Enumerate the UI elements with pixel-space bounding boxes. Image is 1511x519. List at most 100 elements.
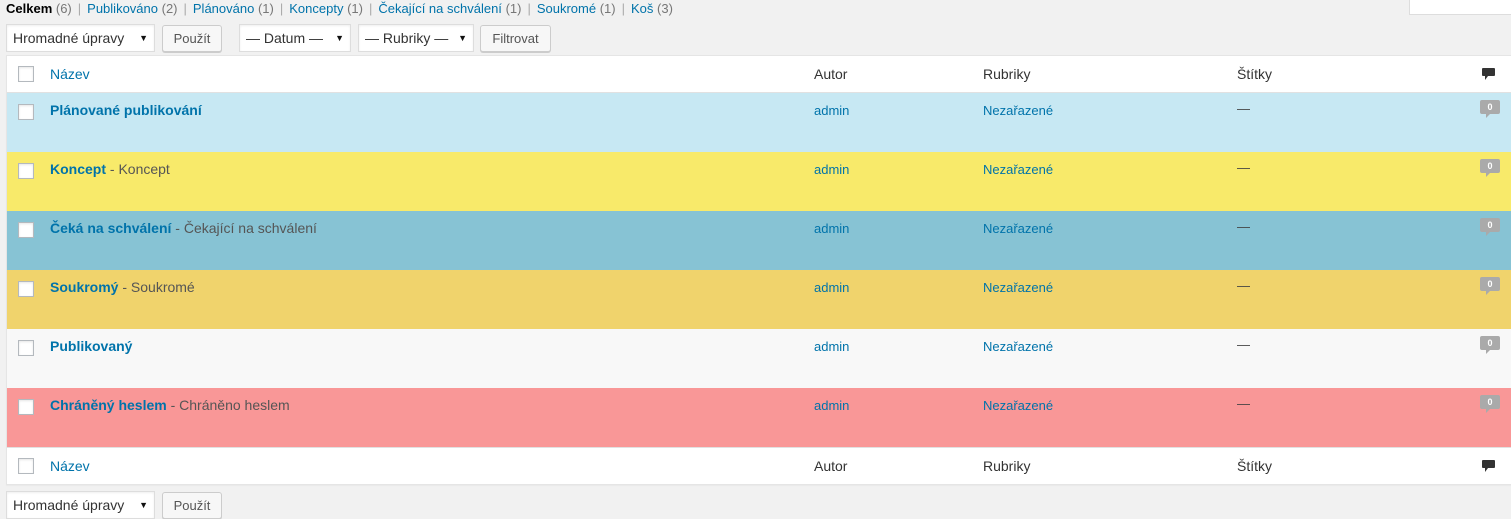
separator: | <box>621 1 625 16</box>
row-checkbox[interactable] <box>18 163 34 179</box>
search-input[interactable] <box>1409 0 1511 15</box>
author-link[interactable]: admin <box>814 339 849 354</box>
post-title-cell: Soukromý - Soukromé <box>50 279 195 295</box>
post-title-link[interactable]: Koncept <box>50 161 106 177</box>
status-link-scheduled[interactable]: Plánováno (1) <box>193 1 274 16</box>
row-checkbox[interactable] <box>18 222 34 238</box>
status-link-pending[interactable]: Čekající na schválení (1) <box>378 1 521 16</box>
separator: | <box>527 1 531 16</box>
comment-count-bubble[interactable]: 0 <box>1480 100 1500 120</box>
comment-count: 0 <box>1487 220 1493 230</box>
status-link-published[interactable]: Publikováno (2) <box>87 1 177 16</box>
table-row: Publikovaný admin Nezařazené — 0 <box>7 329 1511 388</box>
select-all-checkbox[interactable] <box>18 458 34 474</box>
select-value: — Datum — <box>246 30 324 46</box>
table-footer: Název Autor Rubriky Štítky <box>7 447 1511 484</box>
author-link[interactable]: admin <box>814 398 849 413</box>
post-title-cell: Publikovaný <box>50 338 132 354</box>
filter-button[interactable]: Filtrovat <box>480 25 551 52</box>
table-header: Název Autor Rubriky Štítky <box>7 56 1511 93</box>
post-title-cell: Koncept - Koncept <box>50 161 170 177</box>
post-state: - Koncept <box>106 161 170 177</box>
post-state: - Chráněno heslem <box>166 397 290 413</box>
tags-cell: — <box>1237 219 1250 234</box>
status-filter-links: Celkem (6) | Publikováno (2) | Plánováno (1)… <box>6 0 673 18</box>
status-link-count: (6) <box>55 1 72 16</box>
author-link[interactable]: admin <box>814 221 849 236</box>
status-link-count: (1) <box>347 1 363 16</box>
post-state: - Soukromé <box>118 279 195 295</box>
separator: | <box>183 1 187 16</box>
category-filter-select[interactable]: — Rubriky — ▼ <box>358 24 474 52</box>
table-row: Plánované publikování admin Nezařazené —… <box>7 93 1511 152</box>
chevron-down-icon: ▼ <box>458 33 467 43</box>
category-link[interactable]: Nezařazené <box>983 162 1053 177</box>
apply-button[interactable]: Použít <box>162 492 222 519</box>
table-row: Čeká na schválení - Čekající na schválen… <box>7 211 1511 270</box>
chevron-down-icon: ▼ <box>139 500 148 510</box>
author-link[interactable]: admin <box>814 103 849 118</box>
status-link-label: Soukromé <box>536 1 597 16</box>
column-title-header[interactable]: Název <box>50 66 90 82</box>
select-value: — Rubriky — <box>365 30 449 46</box>
status-link-count: (1) <box>257 1 274 16</box>
post-title-cell: Plánované publikování <box>50 102 202 118</box>
post-title-cell: Chráněný heslem - Chráněno heslem <box>50 397 290 413</box>
comment-count-bubble[interactable]: 0 <box>1480 395 1500 415</box>
category-link[interactable]: Nezařazené <box>983 103 1053 118</box>
post-title-link[interactable]: Čeká na schválení <box>50 220 171 236</box>
separator: | <box>77 1 82 16</box>
comment-icon[interactable] <box>1482 460 1495 472</box>
tags-cell: — <box>1237 396 1250 411</box>
category-link[interactable]: Nezařazené <box>983 339 1053 354</box>
row-checkbox[interactable] <box>18 399 34 415</box>
status-link-private[interactable]: Soukromé (1) <box>537 1 616 16</box>
status-link-count: (1) <box>599 1 616 16</box>
comment-count: 0 <box>1487 338 1493 348</box>
status-link-all[interactable]: Celkem (6) <box>6 1 72 16</box>
apply-button[interactable]: Použít <box>162 25 222 52</box>
comment-count-bubble[interactable]: 0 <box>1480 159 1500 179</box>
row-checkbox[interactable] <box>18 104 34 120</box>
post-title-link[interactable]: Plánované publikování <box>50 102 202 118</box>
bulk-actions-select[interactable]: Hromadné úpravy ▼ <box>6 491 155 519</box>
comment-count: 0 <box>1487 397 1493 407</box>
table-row: Koncept - Koncept admin Nezařazené — 0 <box>7 152 1511 211</box>
date-filter-select[interactable]: — Datum — ▼ <box>239 24 351 52</box>
comment-count-bubble[interactable]: 0 <box>1480 277 1500 297</box>
category-link[interactable]: Nezařazené <box>983 221 1053 236</box>
category-link[interactable]: Nezařazené <box>983 398 1053 413</box>
status-link-label: Čekající na schválení <box>378 1 502 16</box>
author-link[interactable]: admin <box>814 162 849 177</box>
status-link-label: Celkem <box>6 1 53 16</box>
chevron-down-icon: ▼ <box>139 33 148 43</box>
status-link-count: (3) <box>657 1 673 16</box>
status-link-trash[interactable]: Koš (3) <box>631 1 673 16</box>
column-categories-header: Rubriky <box>983 458 1031 474</box>
tags-cell: — <box>1237 160 1250 175</box>
post-title-link[interactable]: Soukromý <box>50 279 118 295</box>
table-row: Soukromý - Soukromé admin Nezařazené — 0 <box>7 270 1511 329</box>
comment-icon[interactable] <box>1482 68 1495 80</box>
chevron-down-icon: ▼ <box>335 33 344 43</box>
status-link-drafts[interactable]: Koncepty (1) <box>289 1 363 16</box>
category-link[interactable]: Nezařazené <box>983 280 1053 295</box>
comment-count: 0 <box>1487 279 1493 289</box>
post-state: - Čekající na schválení <box>171 220 317 236</box>
post-title-cell: Čeká na schválení - Čekající na schválen… <box>50 220 317 236</box>
row-checkbox[interactable] <box>18 281 34 297</box>
status-link-label: Koncepty <box>289 1 344 16</box>
separator: | <box>279 1 284 16</box>
select-all-checkbox[interactable] <box>18 66 34 82</box>
comment-count-bubble[interactable]: 0 <box>1480 218 1500 238</box>
post-title-link[interactable]: Chráněný heslem <box>50 397 167 413</box>
status-link-label: Publikováno <box>87 1 158 16</box>
author-link[interactable]: admin <box>814 280 849 295</box>
row-checkbox[interactable] <box>18 340 34 356</box>
tags-cell: — <box>1237 101 1250 116</box>
bulk-actions-select[interactable]: Hromadné úpravy ▼ <box>6 24 155 52</box>
column-title-header[interactable]: Název <box>50 458 90 474</box>
comment-count: 0 <box>1487 161 1493 171</box>
post-title-link[interactable]: Publikovaný <box>50 338 132 354</box>
comment-count-bubble[interactable]: 0 <box>1480 336 1500 356</box>
